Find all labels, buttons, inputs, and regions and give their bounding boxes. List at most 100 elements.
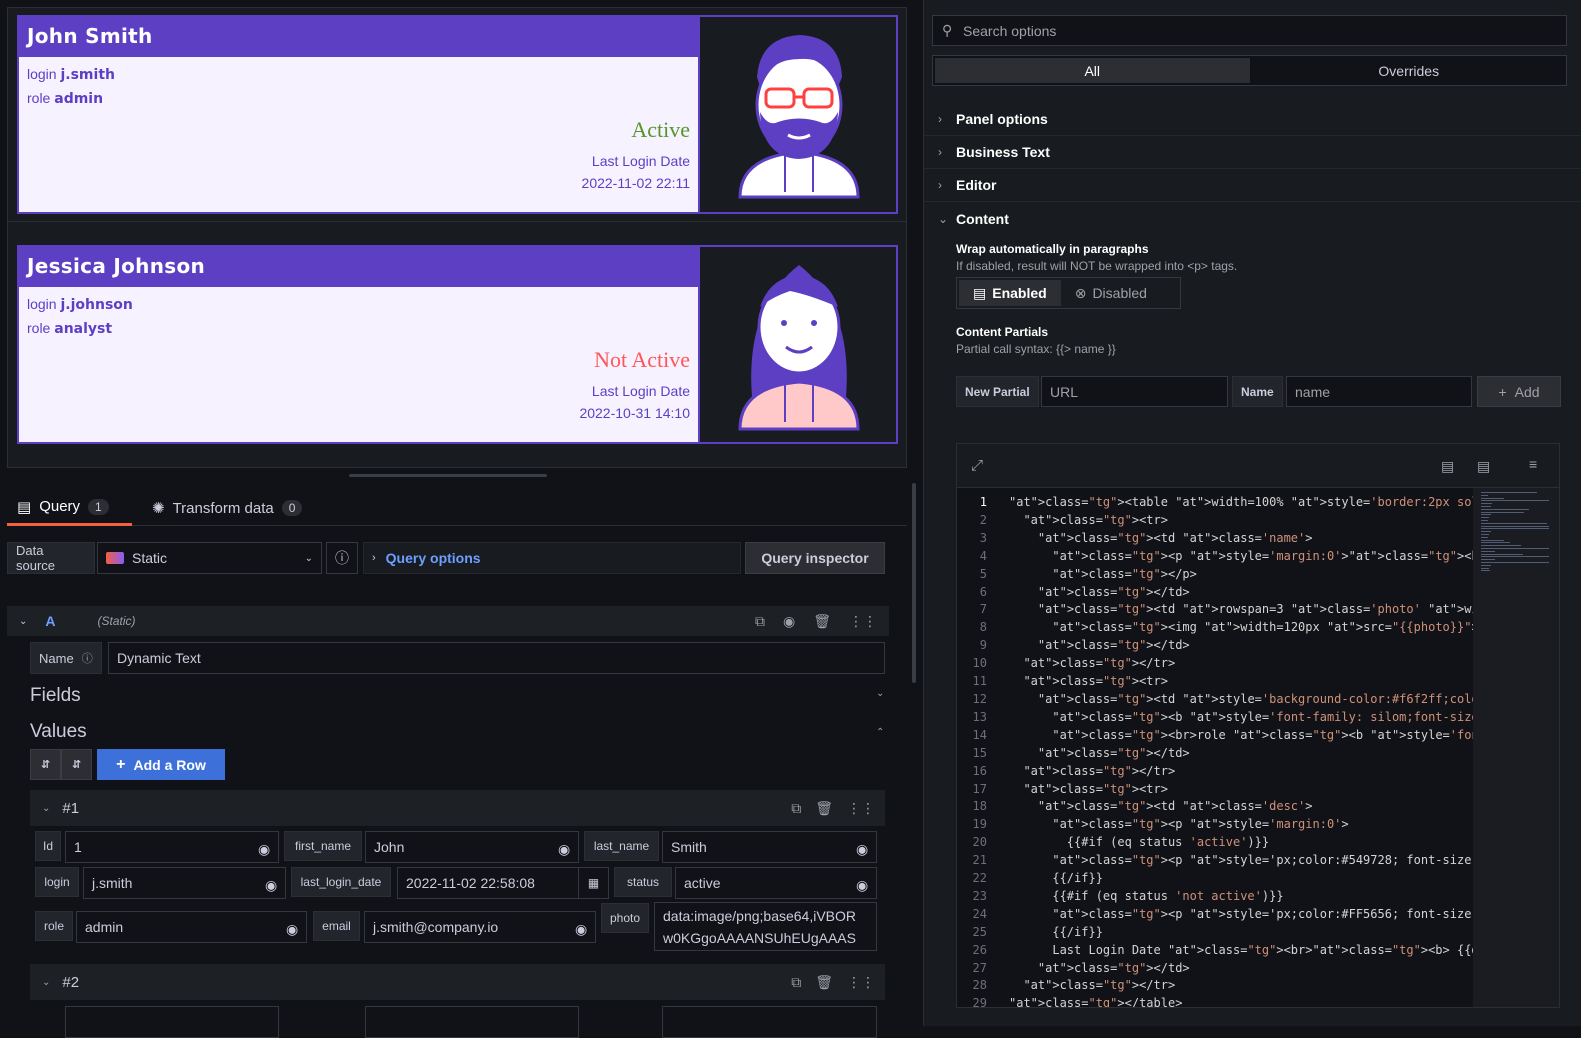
field-input-id[interactable] (65, 1006, 279, 1038)
trash-icon[interactable]: 🗑 (813, 613, 831, 630)
datasource-select[interactable]: Static ⌄ (97, 542, 322, 574)
code-text: "at">class="tg"><td "at">rowspan=3 "at">… (1037, 602, 1473, 617)
minimap-line (1481, 503, 1492, 505)
eye-icon[interactable]: ◉ (783, 613, 795, 630)
drag-handle-icon[interactable]: ⋮⋮ (849, 613, 877, 630)
minimap-line (1481, 556, 1550, 558)
minimap[interactable] (1473, 488, 1559, 1007)
eye-icon[interactable]: ◉ (265, 877, 279, 893)
chevron-down-icon[interactable]: ⌄ (876, 688, 884, 699)
query-type: (Static) (97, 614, 136, 628)
eye-icon[interactable]: ◉ (286, 921, 300, 937)
chevron-right-icon: › (938, 145, 942, 159)
female-avatar-icon (738, 265, 860, 431)
add-label: Add (1514, 383, 1540, 400)
eye-icon[interactable]: ◉ (258, 841, 272, 857)
section-content[interactable]: ⌄ Content (924, 202, 1581, 235)
last-login: Last Login Date 2022-11-02 22:11 (582, 150, 690, 194)
chevron-up-icon[interactable]: ⌃ (876, 727, 884, 738)
disabled-option[interactable]: ⊗ Disabled (1061, 280, 1161, 306)
chevron-down-icon: ⌄ (938, 211, 949, 226)
add-row-button[interactable]: + Add a Row (97, 749, 225, 780)
help-button[interactable]: ⓘ (326, 542, 358, 574)
field-input-login[interactable]: j.smith ◉ (83, 867, 286, 899)
code-text: "at">class="tg"><p "at">style='px;color:… (1052, 906, 1473, 921)
field-input-role[interactable]: admin ◉ (76, 911, 307, 943)
scrollbar[interactable] (912, 483, 916, 683)
section-editor[interactable]: › Editor (924, 169, 1581, 202)
wrap-lines-icon[interactable]: ≡ (1529, 456, 1537, 472)
eye-icon[interactable]: ◉ (575, 921, 589, 937)
copy-file-icon[interactable]: ▤ (1441, 458, 1454, 475)
query-name-input[interactable]: Dynamic Text (108, 642, 885, 674)
field-input-email[interactable]: j.smith@company.io ◉ (364, 911, 596, 943)
database-icon: ▤ (17, 498, 32, 516)
seg-overrides[interactable]: Overrides (1252, 56, 1567, 85)
partial-url-input[interactable]: URL (1041, 376, 1228, 407)
format-file-icon[interactable]: ▤ (1477, 458, 1490, 475)
field-input-first-name[interactable]: John ◉ (365, 831, 579, 863)
copy-icon[interactable]: ⧉ (791, 974, 801, 991)
chevron-down-icon[interactable]: ⌄ (19, 616, 27, 627)
last-login-label: Last Login Date (591, 383, 690, 399)
chevron-down-icon[interactable]: ⌄ (42, 977, 50, 988)
resize-handle[interactable] (349, 474, 547, 477)
code-lines[interactable]: 1 "at">class="tg"><table "at">width=100% … (957, 494, 1473, 1008)
tab-query[interactable]: ▤ Query 1 (7, 490, 132, 526)
expand-all-button[interactable]: ⇵ (61, 749, 92, 780)
field-input-last-name[interactable] (662, 1006, 877, 1038)
left-pane: John Smith login j.smith role admin Acti… (0, 0, 916, 1038)
seg-all[interactable]: All (935, 58, 1250, 83)
fields-title[interactable]: Fields (30, 685, 81, 707)
trash-icon[interactable]: 🗑 (815, 800, 833, 817)
query-options-toggle[interactable]: › Query options (363, 542, 741, 574)
code-text: "at">class="tg"></td> (1037, 960, 1190, 975)
collapse-all-button[interactable]: ⇵ (30, 749, 61, 780)
drag-handle-icon[interactable]: ⋮⋮ (847, 974, 875, 991)
partial-name-input[interactable]: name (1286, 376, 1472, 407)
field-input-photo[interactable]: data:image/png;base64,iVBOR w0KGgoAAAANS… (654, 902, 877, 951)
trash-icon[interactable]: 🗑 (815, 974, 833, 991)
line-number: 19 (972, 817, 987, 832)
section-business-text[interactable]: › Business Text (924, 136, 1581, 169)
code-line: 6 "at">class="tg"></td> (957, 584, 1473, 602)
code-line: 27 "at">class="tg"></td> (957, 960, 1473, 978)
field-value: 2022-11-02 22:58:08 (406, 875, 535, 891)
add-partial-button[interactable]: + Add (1477, 376, 1561, 407)
enabled-option[interactable]: ▤ Enabled (959, 280, 1061, 306)
copy-icon[interactable]: ⧉ (791, 800, 801, 817)
editor-toolbar: ⤢ ▤ ▤ ≡ (957, 444, 1559, 488)
datasource-value: Static (132, 550, 168, 566)
code-line: 21 "at">class="tg"><p "at">style='px;col… (957, 852, 1473, 870)
field-input-first-name[interactable] (365, 1006, 579, 1038)
copy-icon[interactable]: ⧉ (755, 613, 765, 630)
tab-transform[interactable]: ✺ Transform data 0 (142, 490, 312, 526)
user-card: Jessica Johnson login j.johnson role ana… (17, 245, 898, 444)
search-icon: ⚲ (942, 22, 953, 38)
code-editor[interactable]: ⤢ ▤ ▤ ≡ 1 "at">class="tg"><table "at">wid… (956, 443, 1560, 1008)
values-title[interactable]: Values (30, 721, 87, 743)
search-input[interactable]: ⚲ Search options (932, 15, 1567, 46)
field-input-last-login-date[interactable]: 2022-11-02 22:58:08 ▦ (397, 867, 609, 899)
query-ref[interactable]: A (45, 613, 55, 629)
partial-name-label: Name (1232, 376, 1283, 407)
field-input-id[interactable]: 1 ◉ (65, 831, 279, 863)
minimap-line (1481, 534, 1489, 535)
query-inspector-button[interactable]: Query inspector (745, 542, 885, 574)
field-input-status[interactable]: active ◉ (675, 867, 877, 899)
query-row-header: ⌄ A (Static) ⧉ ◉ 🗑 ⋮⋮ (7, 606, 889, 636)
minimap-line (1481, 564, 1491, 566)
eye-icon[interactable]: ◉ (558, 841, 572, 857)
eye-icon[interactable]: ◉ (856, 877, 870, 893)
field-input-last-name[interactable]: Smith ◉ (662, 831, 877, 863)
chevron-down-icon[interactable]: ⌄ (42, 803, 50, 814)
name-label: Name ⓘ (30, 642, 102, 674)
calendar-icon[interactable]: ▦ (578, 868, 608, 898)
section-panel-options[interactable]: › Panel options (924, 103, 1581, 136)
row-header: ⌄ #1 ⧉ 🗑 ⋮⋮ (30, 790, 885, 826)
minimap-line (1481, 545, 1521, 547)
expand-icon[interactable]: ⤢ (971, 457, 983, 474)
drag-handle-icon[interactable]: ⋮⋮ (847, 800, 875, 817)
eye-icon[interactable]: ◉ (856, 841, 870, 857)
code-text: "at">class="tg"></table> (1009, 996, 1183, 1008)
